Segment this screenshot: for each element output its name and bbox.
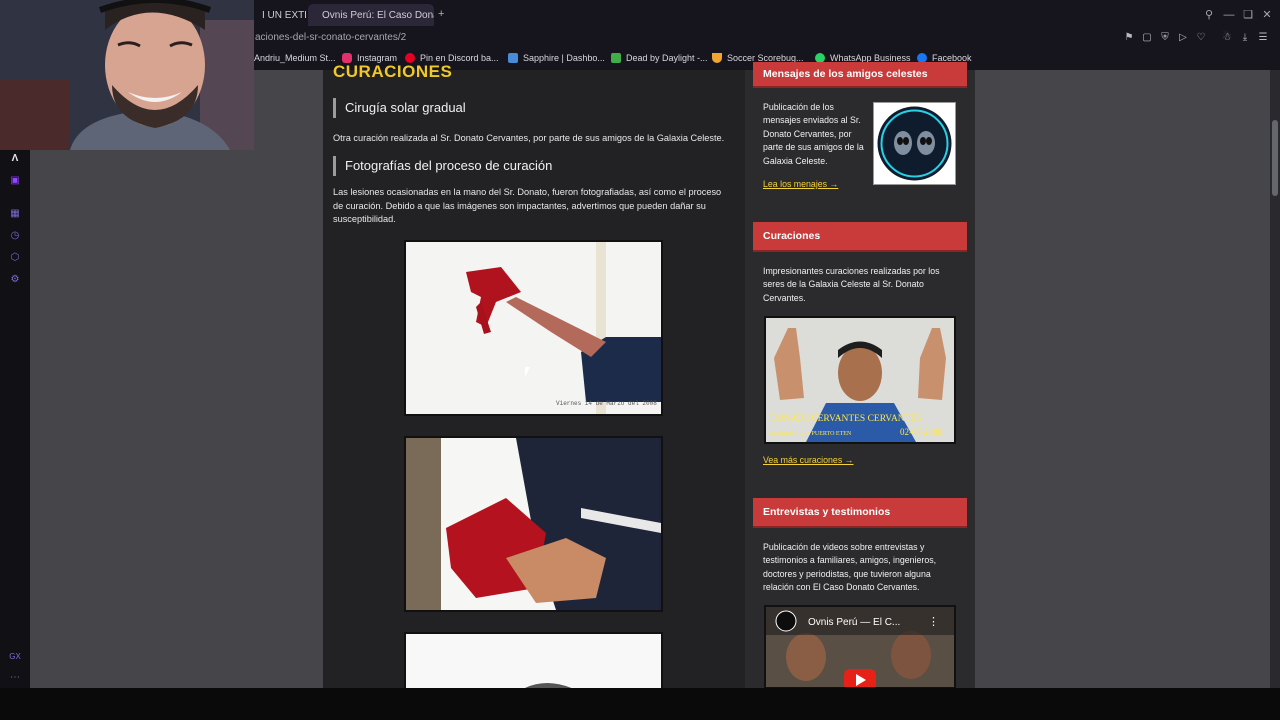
- webcam-overlay: [0, 0, 254, 150]
- settings-icon[interactable]: ⚙: [8, 273, 22, 287]
- healing-photo-1[interactable]: Viernes 14 de Marzo del 2008: [404, 240, 663, 416]
- injured-hand-image: Viernes 14 de Marzo del 2008: [406, 242, 661, 414]
- sapphire-icon: [508, 53, 518, 63]
- heading-fotografias: Fotografías del proceso de curación: [333, 156, 735, 176]
- section-heading-curaciones: CURACIONES: [333, 62, 453, 81]
- tab-active[interactable]: Ovnis Perú: El Caso Donato: [308, 4, 434, 26]
- healing-photo-3[interactable]: [404, 632, 663, 690]
- injured-hands-image: [406, 438, 661, 610]
- link-lea-mensajes[interactable]: Lea los menajes →: [763, 179, 838, 189]
- heading-cirugia-solar: Cirugía solar gradual: [333, 98, 735, 118]
- bookmark-label: Sapphire | Dashbo...: [523, 53, 605, 63]
- paragraph-fotografias: Las lesiones ocasionadas en la mano del …: [333, 187, 722, 224]
- donato-portrait-image: DONATO CERVANTES CERVANTES RECEPTOR DE P…: [766, 318, 954, 442]
- close-icon[interactable]: ✕: [1260, 8, 1274, 22]
- photo-caption-place: RECEPTOR DE PUERTO ETEN: [770, 431, 852, 437]
- scorebug-icon: [712, 53, 722, 63]
- workspaces-icon[interactable]: ▦: [8, 207, 22, 221]
- play-icon[interactable]: ▷: [1176, 31, 1190, 45]
- gx-label[interactable]: GX: [8, 650, 22, 664]
- photo-date-stamp: Viernes 14 de Marzo del 2008: [556, 400, 657, 407]
- widget-curaciones-title[interactable]: Curaciones: [753, 222, 967, 252]
- extensions-icon[interactable]: ⬡: [8, 251, 22, 265]
- curaciones-photo[interactable]: DONATO CERVANTES CERVANTES RECEPTOR DE P…: [764, 316, 956, 444]
- dead-by-daylight-icon: [611, 53, 621, 63]
- bookmark-item[interactable]: Dead by Daylight -...: [611, 53, 708, 63]
- bookmark-page-icon[interactable]: ⚑: [1122, 31, 1136, 45]
- more-icon[interactable]: ⋯: [8, 671, 22, 685]
- healing-photo-2[interactable]: [404, 436, 663, 612]
- download-icon[interactable]: ⤓: [1238, 31, 1252, 45]
- search-icon[interactable]: ⚲: [1202, 8, 1216, 22]
- account-icon[interactable]: ☃: [1220, 31, 1234, 45]
- widget-curaciones-text: Impresionantes curaciones realizadas por…: [763, 266, 940, 303]
- galaxia-celeste-logo[interactable]: [873, 102, 956, 185]
- history-icon[interactable]: ◷: [8, 229, 22, 243]
- menu-icon[interactable]: ☰: [1256, 31, 1270, 45]
- twitch-icon[interactable]: ▣: [8, 174, 22, 188]
- streamer-face-image: [0, 0, 254, 150]
- bookmark-label: Dead by Daylight -...: [626, 53, 708, 63]
- video-more-icon[interactable]: ⋮: [928, 616, 939, 628]
- mouse-cursor-icon: [525, 367, 530, 377]
- url-text[interactable]: aciones-del-sr-conato-cervantes/2: [255, 32, 406, 43]
- video-title: Ovnis Perú — El C...: [808, 617, 900, 628]
- photo-caption-name: DONATO CERVANTES CERVANTES: [770, 414, 922, 424]
- tab-previous-title: I UN EXTRA: [262, 9, 306, 21]
- tab-previous[interactable]: I UN EXTRA: [254, 4, 306, 26]
- link-vea-curaciones[interactable]: Vea más curaciones →: [763, 455, 853, 465]
- bookmark-item[interactable]: Andriu_Medium St...: [254, 53, 336, 63]
- shield-icon[interactable]: ⛨: [1158, 31, 1172, 45]
- aliens-logo-icon: [877, 106, 952, 181]
- widget-mensajes-text: Publicación de los mensajes enviados al …: [763, 102, 864, 166]
- paragraph-cirugia: Otra curación realizada al Sr. Donato Ce…: [333, 133, 725, 143]
- bookmark-label: Andriu_Medium St...: [254, 53, 336, 63]
- tab-active-title: Ovnis Perú: El Caso Donato: [322, 9, 434, 21]
- heart-icon[interactable]: ♡: [1194, 31, 1208, 45]
- widget-mensajes-title[interactable]: Mensajes de los amigos celestes: [753, 62, 967, 88]
- restore-icon[interactable]: ❏: [1241, 8, 1255, 22]
- scrollbar-thumb[interactable]: [1272, 120, 1278, 196]
- widget-entrevistas-text: Publicación de videos sobre entrevistas …: [763, 542, 937, 593]
- aria-icon[interactable]: Λ: [8, 152, 22, 166]
- new-tab-button[interactable]: +: [438, 8, 444, 20]
- patient-image: [406, 634, 661, 688]
- bookmark-item[interactable]: Sapphire | Dashbo...: [508, 53, 605, 63]
- youtube-embed[interactable]: Ovnis Perú — El C... ⋮: [764, 605, 956, 689]
- photo-caption-date: 02-07-2008: [900, 427, 942, 437]
- bottom-bar: [0, 688, 1280, 720]
- video-thumbnail-image: Ovnis Perú — El C... ⋮: [766, 607, 954, 687]
- snapshot-icon[interactable]: ▢: [1140, 31, 1154, 45]
- minimize-icon[interactable]: —: [1222, 8, 1236, 22]
- widget-entrevistas-title[interactable]: Entrevistas y testimonios: [753, 498, 967, 528]
